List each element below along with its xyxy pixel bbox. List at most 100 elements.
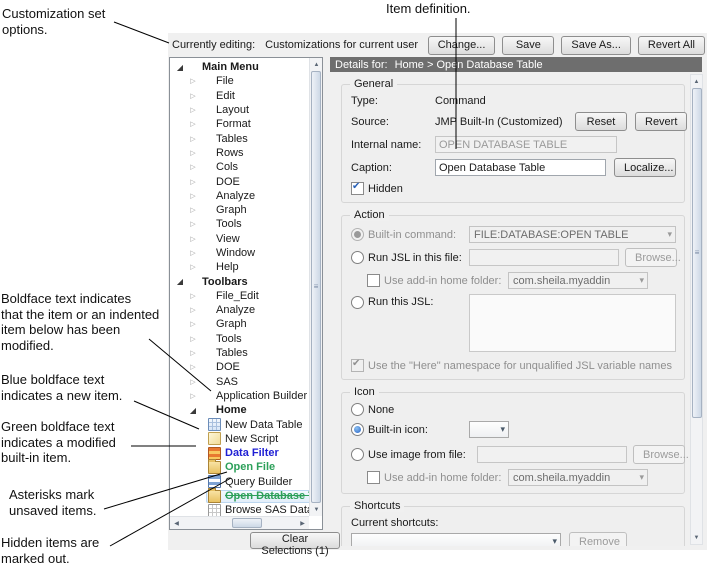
builtin-icon-select[interactable] — [469, 421, 509, 438]
change-button[interactable]: Change... — [428, 36, 496, 55]
tree-item[interactable]: ◢Main Menu — [170, 60, 309, 74]
tree-item[interactable]: New Script — [170, 432, 309, 446]
tree-item[interactable]: ◢Toolbars — [170, 274, 309, 288]
new-data-table-icon — [208, 418, 221, 431]
tree-item-label: Tables — [216, 133, 248, 145]
hidden-checkbox[interactable] — [351, 182, 364, 195]
tree-item[interactable]: ▷Graph — [170, 203, 309, 217]
tree-item[interactable]: ▷Layout — [170, 103, 309, 117]
expand-arrow-icon[interactable]: ▷ — [187, 92, 199, 100]
expand-arrow-icon[interactable]: ▷ — [187, 135, 199, 143]
caption-field[interactable] — [435, 159, 606, 176]
tree-vertical-scrollbar[interactable]: ▲ ≡ ▼ — [309, 58, 322, 516]
scroll-down-icon[interactable]: ▼ — [690, 531, 703, 544]
tree-item-cell: Open Database Table * — [206, 490, 309, 503]
expand-arrow-icon[interactable]: ▷ — [187, 335, 199, 343]
icon-section-title: Icon — [350, 386, 379, 398]
revert-all-button[interactable]: Revert All — [638, 36, 705, 55]
details-scrollbar-thumb[interactable]: ≡ — [692, 88, 702, 418]
expand-arrow-icon[interactable]: ▷ — [187, 249, 199, 257]
scroll-up-icon[interactable]: ▲ — [310, 58, 323, 71]
tree-scrollbar-thumb[interactable]: ≡ — [311, 71, 321, 503]
tree-item[interactable]: ▷Window — [170, 246, 309, 260]
scroll-up-icon[interactable]: ▲ — [690, 75, 703, 88]
tree-item[interactable]: ▷Tools — [170, 217, 309, 231]
clear-selections-button[interactable]: Clear Selections (1) — [250, 532, 340, 549]
expand-arrow-icon[interactable]: ▷ — [187, 178, 199, 186]
details-for-label: Details for: — [335, 59, 388, 71]
expand-arrow-icon[interactable]: ▷ — [187, 306, 199, 314]
expand-arrow-icon[interactable]: ▷ — [187, 77, 199, 85]
expand-arrow-icon[interactable]: ▷ — [187, 149, 199, 157]
action-addin-folder-checkbox[interactable] — [367, 274, 380, 287]
scroll-left-icon[interactable]: ◀ — [170, 517, 183, 530]
tree-item[interactable]: Data Filter — [170, 446, 309, 460]
save-button[interactable]: Save — [502, 36, 554, 55]
tree-item[interactable]: ▷DOE — [170, 174, 309, 188]
tree-item-label: Format — [216, 118, 251, 130]
tree-item[interactable]: ▷Application Builder — [170, 389, 309, 403]
icon-none-radio[interactable] — [351, 403, 364, 416]
tree-item[interactable]: ▷ Tables — [170, 131, 309, 145]
collapse-arrow-icon[interactable]: ◢ — [187, 406, 199, 415]
expand-arrow-icon[interactable]: ▷ — [187, 392, 199, 400]
use-image-field — [477, 446, 627, 463]
currently-editing-value: Customizations for current user — [265, 39, 418, 51]
expand-arrow-icon[interactable]: ▷ — [187, 320, 199, 328]
tree-item[interactable]: Query Builder — [170, 475, 309, 489]
tree-item[interactable]: Browse SAS Data — [170, 503, 309, 516]
tree-item[interactable]: ◢Home — [170, 403, 309, 417]
tree-item[interactable]: ▷File — [170, 74, 309, 88]
icon-addin-folder-checkbox[interactable] — [367, 471, 380, 484]
expand-arrow-icon[interactable]: ▷ — [187, 378, 199, 386]
builtin-icon-radio[interactable] — [351, 423, 364, 436]
expand-arrow-icon[interactable]: ▷ — [187, 235, 199, 243]
use-image-radio[interactable] — [351, 448, 364, 461]
current-shortcuts-select[interactable] — [351, 533, 561, 546]
collapse-arrow-icon[interactable]: ◢ — [174, 63, 186, 72]
expand-arrow-icon[interactable]: ▷ — [187, 363, 199, 371]
revert-button[interactable]: Revert — [635, 112, 687, 131]
tree-item[interactable]: ▷View — [170, 232, 309, 246]
tree-item[interactable]: ▷File_Edit — [170, 289, 309, 303]
expand-arrow-icon[interactable]: ▷ — [187, 220, 199, 228]
tree-horizontal-scrollbar[interactable]: ◀ ▶ — [170, 516, 309, 529]
expand-arrow-icon[interactable]: ▷ — [187, 292, 199, 300]
tree-item[interactable]: ▷Analyze — [170, 189, 309, 203]
tree-item[interactable]: ▷Graph — [170, 317, 309, 331]
tree-item[interactable]: ▷Edit — [170, 89, 309, 103]
expand-arrow-icon[interactable]: ▷ — [187, 206, 199, 214]
run-this-jsl-radio[interactable] — [351, 296, 364, 309]
tree-item[interactable]: ▷Help — [170, 260, 309, 274]
tree-item[interactable]: ▷ Format — [170, 117, 309, 131]
here-namespace-label: Use the "Here" namespace for unqualified… — [368, 360, 672, 372]
tree-item[interactable]: Open File — [170, 460, 309, 474]
localize-button[interactable]: Localize... — [614, 158, 676, 177]
tree-item[interactable]: ▷DOE — [170, 360, 309, 374]
tree-item[interactable]: ▷Analyze — [170, 303, 309, 317]
expand-arrow-icon[interactable]: ▷ — [187, 120, 199, 128]
tree-item[interactable]: ▷Cols — [170, 160, 309, 174]
tree-item[interactable]: ▷SAS — [170, 375, 309, 389]
expand-arrow-icon[interactable]: ▷ — [187, 192, 199, 200]
tree-item[interactable]: Open Database Table * — [170, 489, 309, 503]
tree-item[interactable]: ▷Rows — [170, 146, 309, 160]
here-namespace-checkbox — [351, 359, 364, 372]
expand-arrow-icon[interactable]: ▷ — [187, 106, 199, 114]
scroll-right-icon[interactable]: ▶ — [296, 517, 309, 530]
scroll-down-icon[interactable]: ▼ — [310, 503, 323, 516]
tree-item-cell: Tools — [199, 218, 244, 230]
expand-arrow-icon[interactable]: ▷ — [187, 263, 199, 271]
reset-button[interactable]: Reset — [575, 112, 627, 131]
tree-item[interactable]: New Data Table — [170, 417, 309, 431]
icon-none-label: None — [368, 404, 394, 416]
collapse-arrow-icon[interactable]: ◢ — [174, 277, 186, 286]
expand-arrow-icon[interactable]: ▷ — [187, 163, 199, 171]
expand-arrow-icon[interactable]: ▷ — [187, 349, 199, 357]
run-jsl-file-radio[interactable] — [351, 251, 364, 264]
tree-item[interactable]: ▷Tools — [170, 332, 309, 346]
tree-item[interactable]: ▷Tables — [170, 346, 309, 360]
details-vertical-scrollbar[interactable]: ▲ ≡ ▼ — [690, 74, 703, 545]
save-as-button[interactable]: Save As... — [561, 36, 631, 55]
tree-hscrollbar-thumb[interactable] — [232, 518, 262, 528]
